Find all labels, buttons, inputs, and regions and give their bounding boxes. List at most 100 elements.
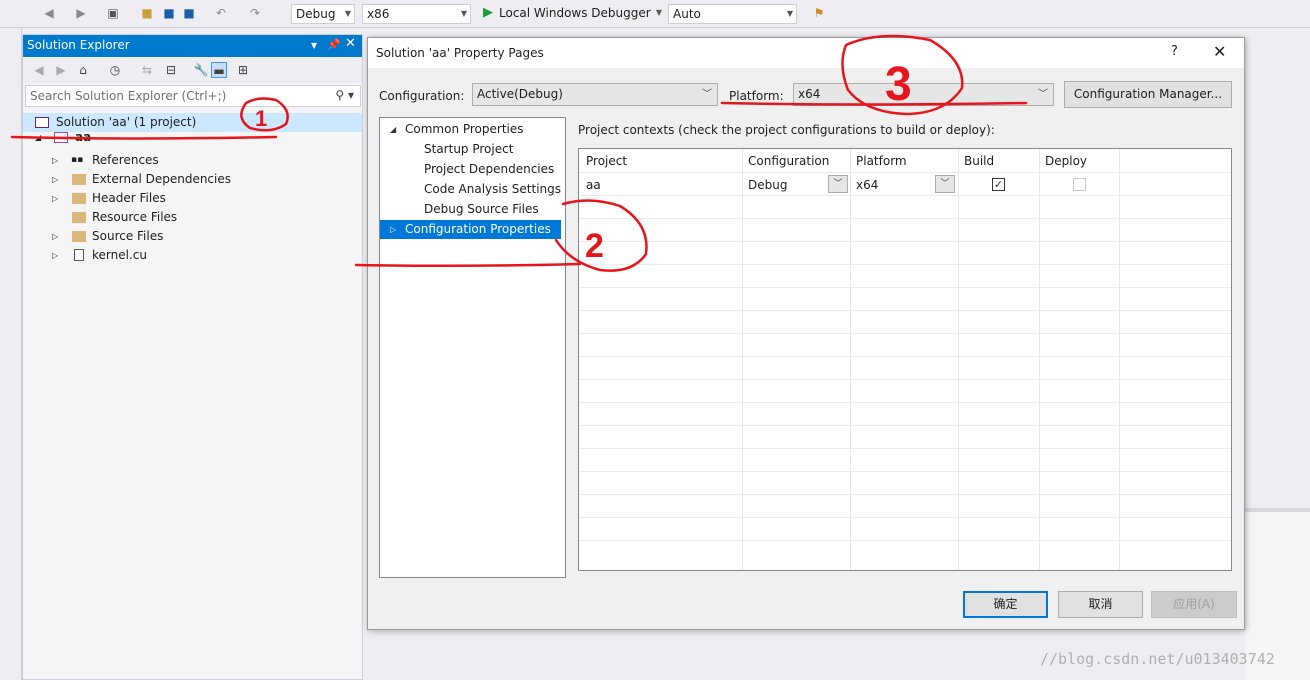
nav-debug-source-files[interactable]: Debug Source Files: [380, 200, 565, 219]
folder-icon: [72, 231, 86, 242]
forward-icon[interactable]: ▶: [74, 6, 88, 20]
chevron-down-icon: ﹀: [1038, 89, 1048, 100]
expand-arrow-icon[interactable]: ▷: [390, 220, 396, 239]
solution-configuration-value: Debug: [296, 7, 336, 21]
chevron-down-icon[interactable]: ﹀: [828, 175, 848, 193]
debugger-label[interactable]: Local Windows Debugger: [499, 5, 651, 21]
column-header-project[interactable]: Project: [586, 153, 627, 169]
forward-icon[interactable]: ▶: [53, 62, 69, 78]
window-position-icon[interactable]: ▼: [311, 41, 317, 50]
main-toolbar: ◀ ▶ ▣ ■ ■ ■ ↶ ↷ Debug ▼ x86 ▼ ▶ Local Wi…: [0, 0, 1310, 28]
search-icon[interactable]: ⚲ ▾: [335, 88, 354, 102]
tree-item-kernel-cu[interactable]: ▷ kernel.cu: [23, 246, 362, 265]
find-icon[interactable]: ⚑: [812, 6, 826, 20]
dialog-titlebar: Solution 'aa' Property Pages ? ✕: [368, 38, 1244, 68]
preview-selected-icon[interactable]: ▬: [211, 62, 227, 78]
nav-startup-project[interactable]: Startup Project: [380, 140, 565, 159]
deploy-checkbox: [1073, 178, 1086, 191]
nav-code-analysis-settings[interactable]: Code Analysis Settings: [380, 180, 565, 199]
solution-explorer-titlebar: Solution Explorer ▼ 📌 ✕: [23, 35, 362, 57]
properties-icon[interactable]: 🔧: [193, 62, 209, 78]
save-icon[interactable]: ■: [162, 6, 176, 20]
project-contexts-label: Project contexts (check the project conf…: [578, 123, 995, 137]
column-header-configuration[interactable]: Configuration: [748, 153, 829, 169]
platform-combo[interactable]: x64 ﹀: [793, 83, 1054, 106]
nav-label: Startup Project: [424, 142, 514, 156]
cell-configuration[interactable]: Debug: [748, 177, 787, 193]
tree-item-resource-files[interactable]: Resource Files: [23, 208, 362, 227]
tree-item-source-files[interactable]: ▷ Source Files: [23, 227, 362, 246]
redo-icon[interactable]: ↷: [248, 6, 262, 20]
tree-item-label: Header Files: [92, 191, 166, 205]
build-checkbox[interactable]: ✓: [992, 178, 1005, 191]
column-header-platform[interactable]: Platform: [856, 153, 907, 169]
start-debugging-icon[interactable]: ▶: [481, 6, 495, 20]
help-button[interactable]: ?: [1171, 44, 1178, 59]
open-folder-icon[interactable]: ■: [140, 6, 154, 20]
expand-arrow-icon[interactable]: ▷: [52, 151, 62, 170]
configuration-manager-button[interactable]: Configuration Manager...: [1064, 81, 1232, 108]
solution-explorer-panel: Solution Explorer ▼ 📌 ✕ ◀ ▶ ⌂ ◷ ⇆ ⊟ 🔧 ▬ …: [22, 34, 363, 680]
nav-label: Project Dependencies: [424, 162, 555, 176]
class-view-icon[interactable]: ⊞: [235, 62, 251, 78]
collapse-arrow-icon[interactable]: ◢: [35, 132, 45, 144]
cell-platform[interactable]: x64: [856, 177, 878, 193]
tree-item-references[interactable]: ▷ ▪▪ References: [23, 151, 362, 170]
chevron-down-icon[interactable]: ▼: [652, 6, 666, 20]
back-icon[interactable]: ◀: [31, 62, 47, 78]
search-input[interactable]: Search Solution Explorer (Ctrl+;): [30, 89, 226, 103]
folder-icon: [72, 193, 86, 204]
project-label: aa: [75, 132, 92, 144]
chevron-down-icon: ▼: [786, 9, 793, 18]
ok-button[interactable]: 确定: [963, 591, 1048, 618]
save-all-icon[interactable]: ■: [182, 6, 196, 20]
column-header-build[interactable]: Build: [964, 153, 994, 169]
configuration-label: Configuration:: [379, 89, 465, 103]
project-contexts-grid: Project Configuration Platform Build Dep…: [578, 148, 1232, 571]
undo-icon[interactable]: ↶: [214, 6, 228, 20]
solution-configuration-combo[interactable]: Debug ▼: [291, 4, 355, 24]
folder-icon: [72, 174, 86, 185]
nav-common-properties[interactable]: ◢ Common Properties: [380, 120, 565, 139]
column-header-deploy[interactable]: Deploy: [1045, 153, 1087, 169]
configuration-combo[interactable]: Active(Debug) ﹀: [472, 83, 718, 106]
sync-icon[interactable]: ⇆: [139, 62, 155, 78]
project-icon: [54, 132, 68, 143]
nav-label: Code Analysis Settings: [424, 182, 562, 196]
close-button[interactable]: ✕: [1213, 42, 1226, 61]
expand-arrow-icon[interactable]: ▷: [52, 189, 62, 208]
solution-explorer-title: Solution Explorer: [27, 38, 130, 52]
cancel-button[interactable]: 取消: [1058, 591, 1143, 618]
auto-value: Auto: [673, 7, 701, 21]
tree-item-label: kernel.cu: [92, 248, 147, 262]
home-icon[interactable]: ⌂: [75, 62, 91, 78]
expand-arrow-icon[interactable]: ▷: [52, 170, 62, 189]
references-icon: ▪▪: [71, 155, 84, 165]
collapse-all-icon[interactable]: ⊟: [163, 62, 179, 78]
solution-tree: Solution 'aa' (1 project) ◢ aa ▷ ▪▪ Refe…: [23, 111, 362, 671]
new-project-icon[interactable]: ▣: [106, 6, 120, 20]
tree-item-project[interactable]: ◢ aa: [23, 132, 362, 144]
solution-platform-combo[interactable]: x86 ▼: [362, 4, 471, 24]
chevron-down-icon[interactable]: ﹀: [935, 175, 955, 193]
nav-project-dependencies[interactable]: Project Dependencies: [380, 160, 565, 179]
tree-item-solution[interactable]: Solution 'aa' (1 project): [23, 113, 362, 132]
tree-item-header-files[interactable]: ▷ Header Files: [23, 189, 362, 208]
close-icon[interactable]: ✕: [345, 36, 356, 51]
solution-explorer-search[interactable]: Search Solution Explorer (Ctrl+;) ⚲ ▾: [25, 85, 361, 107]
nav-configuration-properties[interactable]: ▷ Configuration Properties: [380, 220, 561, 239]
dialog-title: Solution 'aa' Property Pages: [376, 46, 544, 60]
auto-combo[interactable]: Auto ▼: [668, 4, 797, 24]
expand-arrow-icon[interactable]: ▷: [52, 227, 62, 246]
chevron-down-icon: ▼: [460, 9, 467, 18]
collapse-arrow-icon[interactable]: ◢: [390, 120, 396, 139]
tree-item-external-dependencies[interactable]: ▷ External Dependencies: [23, 170, 362, 189]
back-icon[interactable]: ◀: [42, 6, 56, 20]
property-nav-tree: ◢ Common Properties Startup Project Proj…: [379, 117, 566, 578]
pin-icon[interactable]: 📌: [327, 38, 341, 51]
watermark: //blog.csdn.net/u013403742: [1040, 650, 1275, 668]
pending-changes-icon[interactable]: ◷: [107, 62, 123, 78]
chevron-down-icon: ﹀: [702, 89, 712, 100]
expand-arrow-icon[interactable]: ▷: [52, 246, 62, 265]
nav-label: Configuration Properties: [405, 222, 551, 236]
